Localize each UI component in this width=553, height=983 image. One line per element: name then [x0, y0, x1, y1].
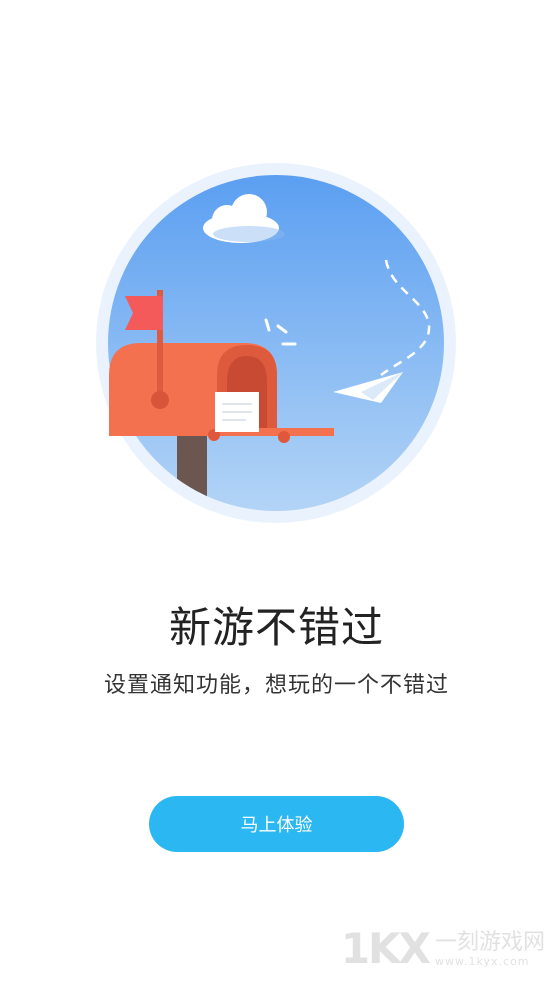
- site-watermark: 1KX 一刻游戏网 www.1kyx.com: [340, 924, 545, 973]
- watermark-logo: 1KX: [340, 924, 431, 973]
- page-subtitle: 设置通知功能，想玩的一个不错过: [103, 673, 449, 698]
- watermark-site-name: 一刻游戏网: [434, 930, 545, 955]
- letter-icon: [215, 392, 259, 432]
- try-now-button[interactable]: 马上体验: [149, 796, 404, 852]
- watermark-url: www.1kyx.com: [434, 955, 530, 968]
- mailbox-illustration: [81, 160, 471, 540]
- page-title: 新游不错过: [168, 603, 384, 652]
